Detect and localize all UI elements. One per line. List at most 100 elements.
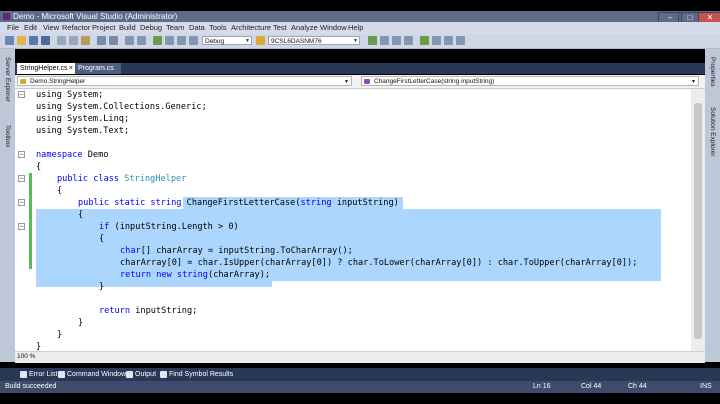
toolbar-icon[interactable] xyxy=(165,36,174,45)
tab-error-list[interactable]: Error List xyxy=(18,369,57,380)
status-column: Col 44 xyxy=(581,383,602,390)
cut-icon[interactable] xyxy=(57,36,66,45)
keyword: public class xyxy=(57,174,120,184)
menu-analyze[interactable]: Analyze xyxy=(291,22,318,34)
members-dropdown-value: ChangeFirstLetterCase(string inputString… xyxy=(374,78,495,85)
visual-studio-icon xyxy=(3,13,10,20)
toolbar-icon[interactable] xyxy=(404,36,413,45)
toolbar-icon[interactable] xyxy=(380,36,389,45)
menu-architecture[interactable]: Architecture xyxy=(231,22,271,34)
close-tab-icon[interactable]: × xyxy=(69,63,73,74)
command-window-icon xyxy=(58,371,65,378)
solution-explorer-tab[interactable]: Solution Explorer xyxy=(709,107,716,157)
letterbox-bottom xyxy=(0,393,720,404)
status-line: Ln 16 xyxy=(533,383,551,390)
code-text: (inputString.Length > 0) xyxy=(109,222,239,232)
tab-stringhelper[interactable]: StringHelper.cs × xyxy=(17,63,75,74)
toolbar-icon[interactable] xyxy=(189,36,198,45)
code-line: { xyxy=(99,234,105,244)
save-all-icon[interactable] xyxy=(41,36,50,45)
new-project-icon[interactable] xyxy=(5,36,14,45)
toolbar-icon[interactable] xyxy=(177,36,186,45)
code-line: char[] charArray = inputString.ToCharArr… xyxy=(120,245,353,257)
tab-command-window[interactable]: Command Window xyxy=(56,369,126,380)
code-line: } xyxy=(36,342,42,351)
collapse-toggle[interactable]: − xyxy=(18,91,25,99)
menu-tools[interactable]: Tools xyxy=(209,22,227,34)
toolbar-icon[interactable] xyxy=(444,36,453,45)
tab-program[interactable]: Program.cs xyxy=(75,63,121,74)
code-line: return inputString; xyxy=(99,305,197,317)
vertical-scrollbar[interactable] xyxy=(691,89,705,351)
code-text: Demo xyxy=(82,150,109,160)
tab-find-symbol-results[interactable]: Find Symbol Results xyxy=(158,369,233,380)
collapse-toggle[interactable]: − xyxy=(18,199,25,207)
navigate-forward-icon[interactable] xyxy=(137,36,146,45)
keyword: char xyxy=(120,246,141,256)
tab-output[interactable]: Output xyxy=(124,369,156,380)
status-message: Build succeeded xyxy=(5,383,57,390)
output-icon xyxy=(126,371,133,378)
changed-lines-indicator xyxy=(29,173,32,269)
right-tool-strip: Properties Solution Explorer xyxy=(705,49,720,362)
menu-test[interactable]: Test xyxy=(273,22,287,34)
keyword: public static string xyxy=(78,198,182,208)
menu-view[interactable]: View xyxy=(43,22,59,34)
editor-bottom-bar: 100 % xyxy=(15,351,705,363)
menu-data[interactable]: Data xyxy=(189,22,205,34)
zoom-level[interactable]: 100 % xyxy=(17,352,35,362)
menu-window[interactable]: Window xyxy=(320,22,347,34)
toolbar-icon[interactable] xyxy=(420,36,429,45)
code-line: using System.Text; xyxy=(36,126,130,136)
error-list-icon xyxy=(20,371,27,378)
paste-icon[interactable] xyxy=(81,36,90,45)
status-character: Ch 44 xyxy=(628,383,647,390)
code-editor[interactable]: − − − − − using System; using System.Col… xyxy=(15,89,691,351)
find-combo[interactable]: 9CSL6DASNM76 ▼ xyxy=(268,36,360,45)
members-dropdown[interactable]: ChangeFirstLetterCase(string inputString… xyxy=(361,76,699,86)
menu-team[interactable]: Team xyxy=(166,22,184,34)
menu-refactor[interactable]: Refactor xyxy=(62,22,90,34)
menu-file[interactable]: File xyxy=(7,22,19,34)
solution-configuration-select[interactable]: Debug ▼ xyxy=(202,36,252,45)
toolbar-icon[interactable] xyxy=(432,36,441,45)
open-file-icon[interactable] xyxy=(17,36,26,45)
toolbar-icon[interactable] xyxy=(456,36,465,45)
scrollbar-thumb[interactable] xyxy=(694,103,702,339)
types-dropdown[interactable]: Demo.StringHelper ▼ xyxy=(17,76,352,86)
collapse-toggle[interactable]: − xyxy=(18,151,25,159)
server-explorer-tab[interactable]: Server Explorer xyxy=(4,57,11,102)
toolbar-icon[interactable] xyxy=(392,36,401,45)
code-line: if (inputString.Length > 0) xyxy=(99,221,239,233)
code-text: inputString) xyxy=(331,198,399,208)
toolbar-icon[interactable] xyxy=(368,36,377,45)
save-icon[interactable] xyxy=(29,36,38,45)
menu-debug[interactable]: Debug xyxy=(140,22,162,34)
keyword: return new string xyxy=(120,270,208,280)
undo-icon[interactable] xyxy=(97,36,106,45)
keyword: string xyxy=(300,198,332,208)
start-debugging-icon[interactable] xyxy=(153,36,162,45)
chevron-down-icon: ▼ xyxy=(691,79,696,85)
tool-window-tabs: Error List Command Window Output Find Sy… xyxy=(0,368,720,381)
toolbox-tab[interactable]: Toolbox xyxy=(4,125,11,147)
tab-label: Program.cs xyxy=(78,65,114,72)
outline-margin xyxy=(15,89,27,351)
method-name: ChangeFirstLetterCase( xyxy=(186,198,301,208)
code-line: } xyxy=(78,318,84,328)
menu-build[interactable]: Build xyxy=(119,22,136,34)
code-line: using System.Collections.Generic; xyxy=(36,102,207,112)
menu-edit[interactable]: Edit xyxy=(24,22,37,34)
menu-project[interactable]: Project xyxy=(92,22,115,34)
tab-label: Command Window xyxy=(67,371,127,378)
code-text: inputString; xyxy=(130,306,198,316)
redo-icon[interactable] xyxy=(109,36,118,45)
copy-icon[interactable] xyxy=(69,36,78,45)
find-icon[interactable] xyxy=(256,36,265,45)
collapse-toggle[interactable]: − xyxy=(18,175,25,183)
properties-tab[interactable]: Properties xyxy=(709,57,716,87)
navigate-backward-icon[interactable] xyxy=(125,36,134,45)
code-line: namespace Demo xyxy=(36,149,108,161)
menu-help[interactable]: Help xyxy=(348,22,363,34)
collapse-toggle[interactable]: − xyxy=(18,223,25,231)
